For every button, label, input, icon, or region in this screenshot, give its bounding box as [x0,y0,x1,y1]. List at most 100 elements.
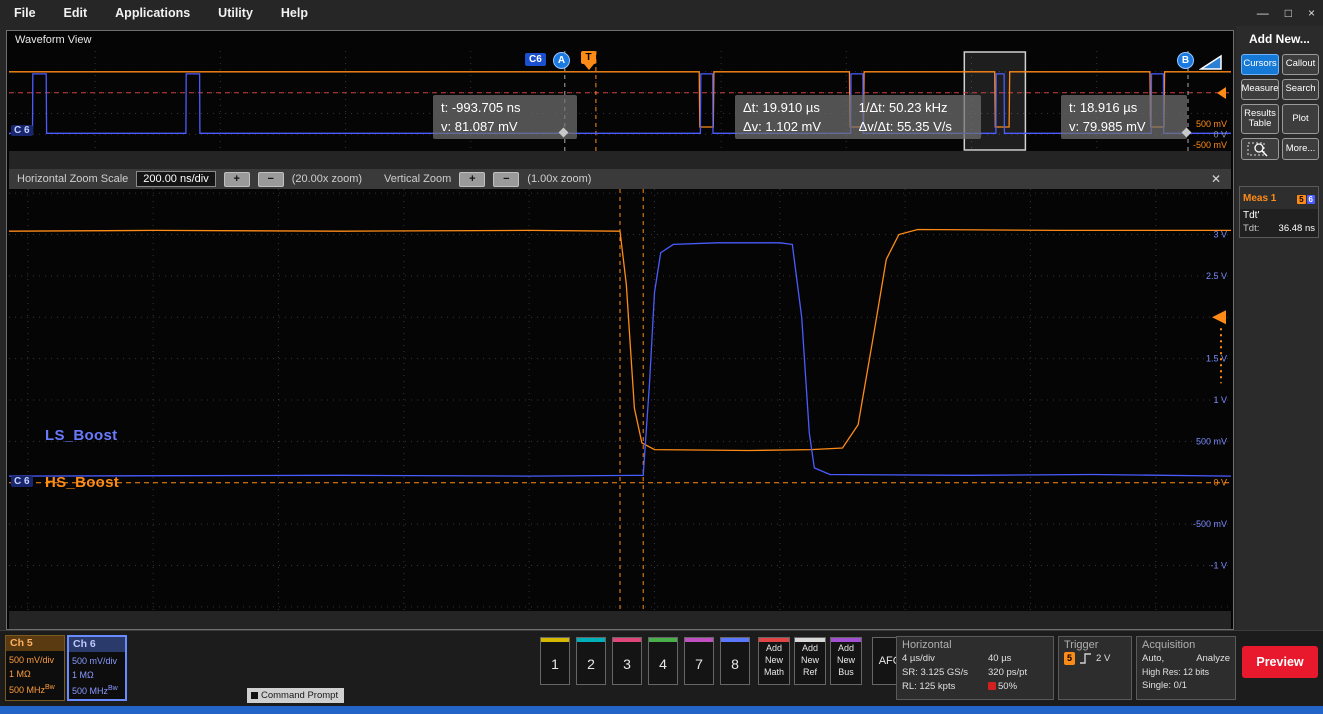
menu-utility[interactable]: Utility [218,6,253,20]
ch6-name: Ch 6 [69,637,125,652]
maximize-button[interactable]: □ [1285,6,1292,20]
search-button[interactable]: Search [1282,79,1319,100]
ch6-scale: 500 mV/div [72,654,122,668]
bottom-accent-strip [0,706,1323,714]
channel-7-color-strip [685,638,713,642]
vertical-zoom-plus-button[interactable]: + [459,172,485,187]
bottom-bar: Ch 5 500 mV/div 1 MΩ 500 MHzBw Ch 6 500 … [0,630,1323,706]
horizontal-title: Horizontal [902,639,1048,651]
meas1-source-ch6-chip: 6 [1307,195,1315,204]
channel-badge-ch5[interactable]: Ch 5 500 mV/div 1 MΩ 500 MHzBw [5,635,65,701]
channel-8-number: 8 [721,656,749,672]
trigger-badge[interactable]: T [581,51,596,64]
measure-button[interactable]: Measure [1241,79,1279,100]
svg-text:0 V: 0 V [1213,478,1227,488]
zoom-close-icon[interactable]: ✕ [1211,172,1221,186]
horizontal-zoom-plus-button[interactable]: + [224,172,250,187]
zoom-search-button[interactable] [1241,138,1279,160]
minimize-button[interactable]: — [1257,6,1269,20]
cursor-a-badge[interactable]: A [553,52,570,69]
close-button[interactable]: × [1308,6,1315,20]
overview-channel-label[interactable]: C 6 [11,125,33,136]
taskbar-command-prompt[interactable]: Command Prompt [247,688,344,703]
zoom-waveform-area[interactable]: 11.8 µs12 µs12.2 µs12.4 µs12.6 µs12.8 µs… [9,189,1231,629]
rising-edge-icon [1079,652,1092,665]
command-prompt-label: Command Prompt [261,688,338,703]
overview-waveform-area[interactable]: -16 µs-12 µs-8 µs-4 µs0 s4 µs8 µs12 µs16… [9,51,1231,169]
channel-4-number: 4 [649,656,677,672]
waveform-view-panel: Waveform View -16 µs-12 µs-8 µs-4 µs0 s4… [6,30,1234,630]
callout-button[interactable]: Callout [1282,54,1319,75]
results-table-button[interactable]: Results Table [1241,104,1279,134]
svg-text:500 mV: 500 mV [1196,436,1227,446]
add-new-math-button[interactable]: AddNewMath [758,637,790,685]
channel-button-7[interactable]: 7 [684,637,714,685]
vertical-zoom-minus-button[interactable]: − [493,172,519,187]
zoom-waveform-plot[interactable]: 11.8 µs12 µs12.2 µs12.4 µs12.6 µs12.8 µs… [9,189,1231,629]
channel-badge-ch6[interactable]: Ch 6 500 mV/div 1 MΩ 500 MHzBw [67,635,127,701]
channel-4-color-strip [649,638,677,642]
overview-channel-badge[interactable]: C6 [525,53,546,66]
horizontal-zoom-scale-value[interactable]: 200.00 ns/div [136,171,215,187]
acquisition-panel[interactable]: Acquisition Auto,Analyze High Res: 12 bi… [1136,636,1236,700]
svg-text:1.5 V: 1.5 V [1206,354,1227,364]
waveform-view-title: Waveform View [15,34,91,46]
menu-bar: File Edit Applications Utility Help — □ … [0,0,1323,26]
meas1-title: Meas 1 [1243,193,1276,204]
horizontal-zoom-minus-button[interactable]: − [258,172,284,187]
channel-button-3[interactable]: 3 [612,637,642,685]
channel-button-4[interactable]: 4 [648,637,678,685]
command-prompt-icon [251,692,258,699]
meas1-row-label: Tdt: [1243,223,1259,234]
channel-3-number: 3 [613,656,641,672]
menu-file[interactable]: File [14,6,36,20]
meas1-value: 36.48 ns [1279,223,1315,234]
add-new-bus-button[interactable]: AddNewBus [830,637,862,685]
channel-button-1[interactable]: 1 [540,637,570,685]
channel-button-2[interactable]: 2 [576,637,606,685]
menu-help[interactable]: Help [281,6,308,20]
channel-3-color-strip [613,638,641,642]
preview-button[interactable]: Preview [1242,646,1318,678]
add-new-ref-button[interactable]: AddNewRef [794,637,826,685]
ch6-bandwidth: 500 MHz [72,686,108,696]
ls-boost-trace-label: LS_Boost [45,427,117,444]
ch5-name: Ch 5 [6,636,64,651]
svg-text:3 V: 3 V [1213,230,1227,240]
one-over-delta-t: 1/Δt: 50.23 kHz [859,98,948,117]
hs-boost-trace-label: HS_Boost [45,474,119,491]
trigger-position-arrow[interactable] [1217,87,1226,99]
cursor-b-voltage: v: 79.985 mV [1069,117,1179,136]
horizontal-panel[interactable]: Horizontal 4 µs/div40 µs SR: 3.125 GS/s3… [896,636,1054,700]
plot-button[interactable]: Plot [1282,104,1319,134]
svg-text:-500 mV: -500 mV [1193,519,1227,529]
cursor-delta-readout: Δt: 19.910 µs 1/Δt: 50.23 kHz Δv: 1.102 … [735,95,981,139]
svg-text:-500 mV: -500 mV [1193,140,1227,150]
horizontal-zoom-scale-label: Horizontal Zoom Scale [17,173,128,185]
zoom-toolbar: Horizontal Zoom Scale 200.00 ns/div + − … [9,169,1231,189]
ch5-bw-suffix: Bw [45,684,55,691]
channel-button-8[interactable]: 8 [720,637,750,685]
trigger-title: Trigger [1064,639,1126,651]
meas1-badge[interactable]: Meas 1 56 Tdt' Tdt: 36.48 ns [1239,186,1319,238]
menu-applications[interactable]: Applications [115,6,190,20]
cursor-b-badge[interactable]: B [1177,52,1194,69]
trigger-source-chip: 5 [1064,652,1075,665]
vertical-zoom-label: Vertical Zoom [384,173,451,185]
ch5-scale: 500 mV/div [9,653,61,667]
cursor-b-time: t: 18.916 µs [1069,98,1179,117]
more-button[interactable]: More... [1282,138,1319,160]
svg-text:500 mV: 500 mV [1196,119,1227,129]
channel-8-color-strip [721,638,749,642]
cursors-button[interactable]: Cursors [1241,54,1279,75]
zoom-overlay-icon[interactable] [1199,54,1223,71]
horizontal-zoom-factor: (20.00x zoom) [292,173,362,185]
trigger-panel[interactable]: Trigger 5 2 V [1058,636,1132,700]
zoom-channel-label[interactable]: C 6 [11,476,33,487]
menu-edit[interactable]: Edit [64,6,88,20]
vertical-zoom-factor: (1.00x zoom) [527,173,591,185]
acquisition-title: Acquisition [1142,639,1230,651]
ch5-bandwidth: 500 MHz [9,685,45,695]
ch5-impedance: 1 MΩ [9,667,61,681]
cursor-a-readout: t: -993.705 ns v: 81.087 mV [433,95,577,139]
